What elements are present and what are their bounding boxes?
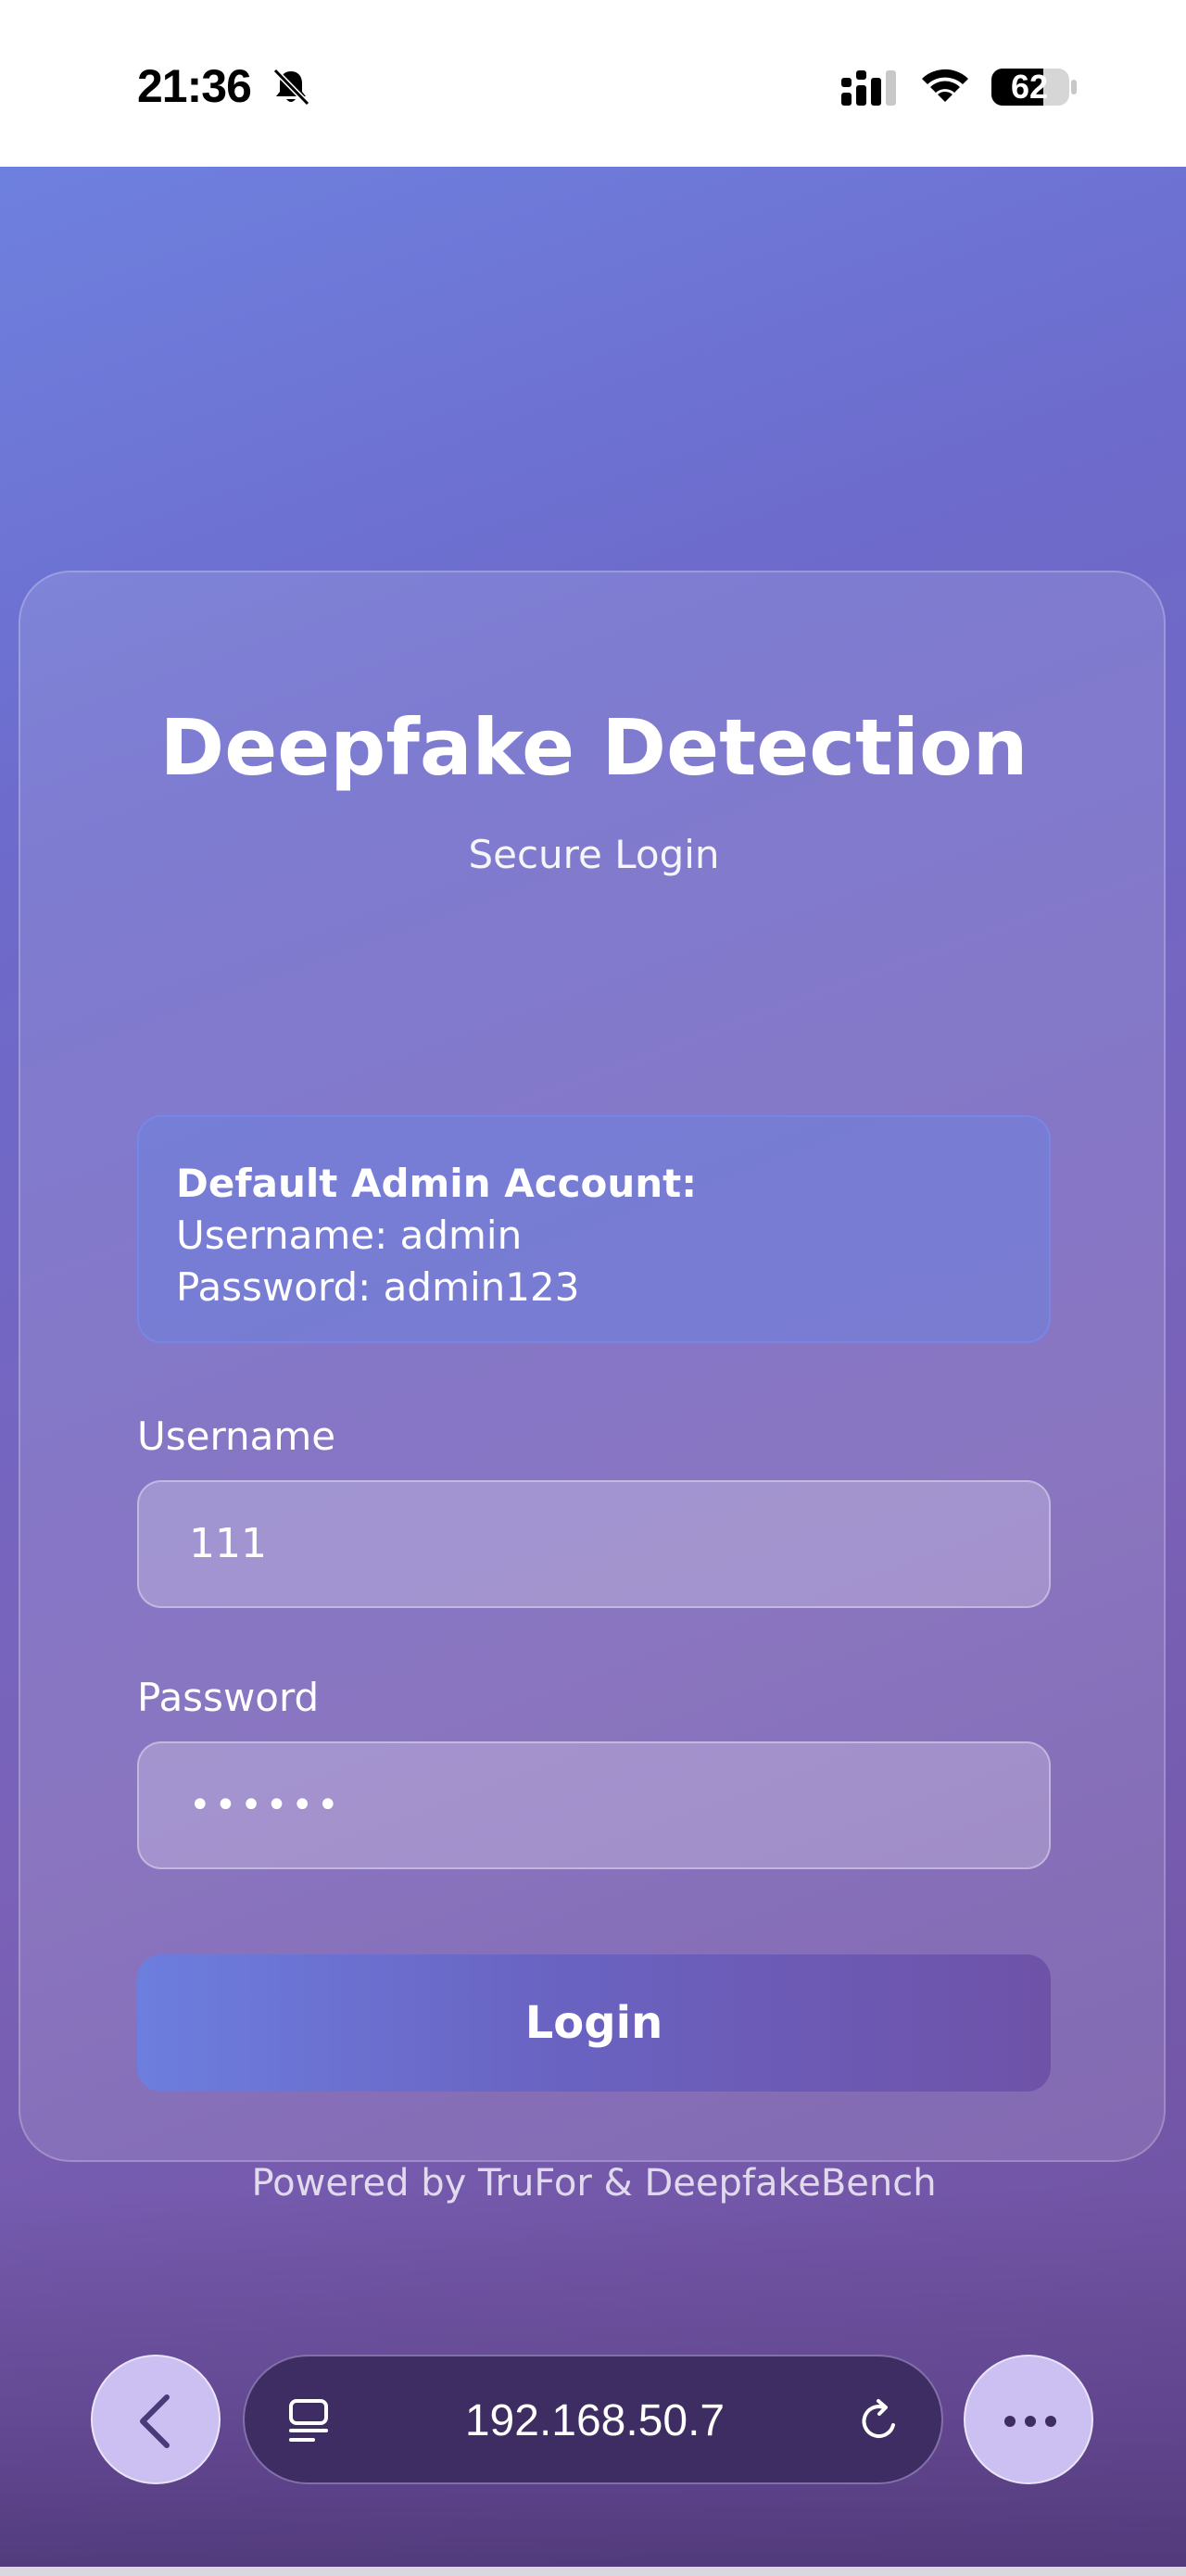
page-title: Deepfake Detection [159,702,1028,793]
login-page: Deepfake Detection Secure Login Default … [0,167,1186,2576]
battery-level: 62 [1010,68,1049,106]
status-bar: 21:36 62 [0,0,1186,167]
bell-slash-icon [271,67,311,107]
default-account-info: Default Admin Account: Username: admin P… [137,1115,1051,1343]
login-card: Deepfake Detection Secure Login Default … [19,571,1166,2205]
url-text[interactable]: 192.168.50.7 [245,2356,945,2486]
username-input[interactable]: 111 [137,1480,1051,1608]
status-time: 21:36 [137,60,252,112]
back-button[interactable] [91,2355,221,2484]
info-title: Default Admin Account: [176,1161,698,1206]
powered-by-text: Powered by TruFor & DeepfakeBench [251,2162,937,2205]
info-password: Password: admin123 [176,1264,580,1310]
wifi-icon [919,65,971,107]
chevron-left-icon [140,2394,170,2448]
info-username: Username: admin [176,1213,523,1258]
page-subtitle: Secure Login [468,832,720,877]
more-icon [1004,2416,1056,2427]
password-input[interactable]: •••••• [137,1741,1051,1869]
username-label: Username [137,1414,336,1459]
reload-icon[interactable] [856,2397,904,2449]
cellular-signal-icon [839,69,901,107]
url-bar[interactable]: 192.168.50.7 [243,2355,943,2484]
more-button[interactable] [964,2355,1093,2484]
home-indicator [0,2567,1186,2576]
login-button[interactable]: Login [137,1954,1051,2092]
password-label: Password [137,1675,320,1720]
